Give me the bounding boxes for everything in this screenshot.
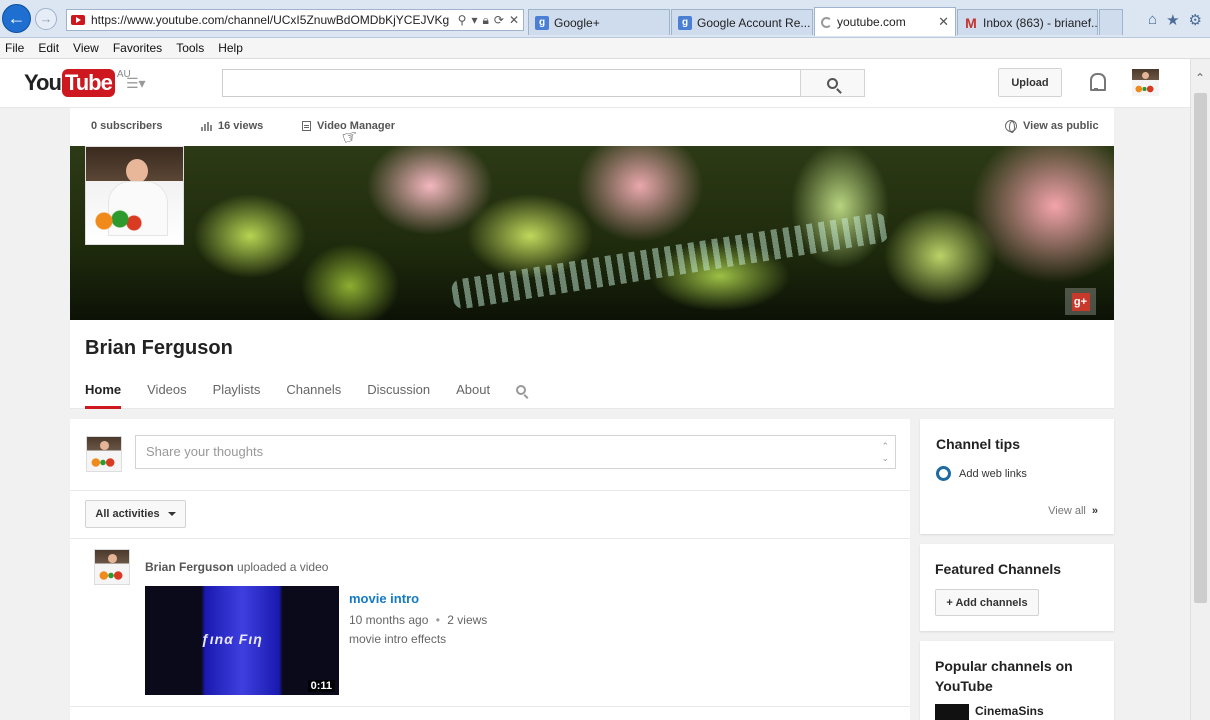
- menu-help[interactable]: Help: [218, 41, 243, 55]
- activity-feed: Share your thoughts ⌃ ⌄ All activities Br…: [70, 419, 910, 720]
- search-icon: [827, 77, 838, 89]
- search-input[interactable]: [222, 69, 801, 97]
- google-plus-link[interactable]: g+: [1065, 288, 1096, 315]
- subscriber-count: 0 subscribers: [91, 120, 163, 132]
- account-avatar[interactable]: [1132, 69, 1159, 96]
- tab-youtube[interactable]: youtube.com ✕: [814, 7, 956, 36]
- menu-file[interactable]: File: [5, 41, 24, 55]
- close-tab-icon[interactable]: ✕: [932, 14, 949, 30]
- gmail-favicon-icon: M: [965, 14, 977, 31]
- upload-button[interactable]: Upload: [998, 68, 1062, 97]
- avatar[interactable]: [94, 549, 130, 585]
- popular-channel-item[interactable]: CinemaSins: [935, 704, 1044, 720]
- search-icon[interactable]: ⚲: [458, 13, 467, 28]
- youtube-logo[interactable]: You Tube AU: [24, 69, 131, 97]
- google-plus-icon: g+: [1071, 292, 1090, 311]
- double-chevron-icon: »: [1091, 505, 1098, 517]
- tab-discussion[interactable]: Discussion: [367, 382, 430, 409]
- scroll-up-icon[interactable]: ⌃: [1195, 71, 1205, 85]
- avatar: [86, 436, 122, 472]
- channel-thumbnail: [935, 704, 969, 720]
- author-link[interactable]: Brian Ferguson: [145, 560, 234, 574]
- video-duration: 0:11: [307, 680, 335, 692]
- favorites-star-icon[interactable]: ★: [1166, 11, 1179, 29]
- google-favicon-icon: g: [535, 15, 549, 30]
- browser-chrome: ← → https://www.youtube.com/channel/UCxI…: [0, 0, 1210, 38]
- video-manager-icon: [302, 121, 311, 131]
- home-icon[interactable]: ⌂: [1148, 11, 1157, 29]
- page-scrollbar[interactable]: ⌃: [1190, 59, 1210, 720]
- notification-bell-icon[interactable]: [1088, 73, 1106, 91]
- channel-avatar[interactable]: [85, 146, 184, 245]
- address-url[interactable]: https://www.youtube.com/channel/UCxI5Znu…: [91, 13, 458, 27]
- address-bar[interactable]: https://www.youtube.com/channel/UCxI5Znu…: [66, 9, 524, 31]
- menu-edit[interactable]: Edit: [38, 41, 59, 55]
- tab-channels[interactable]: Channels: [286, 382, 341, 409]
- menu-tools[interactable]: Tools: [176, 41, 204, 55]
- video-thumbnail[interactable]: ƒ​ιnα Fιη 0:11: [145, 586, 339, 695]
- search-button[interactable]: [800, 69, 865, 97]
- tab-inbox[interactable]: M Inbox (863) - brianef...: [957, 9, 1098, 35]
- view-all-link[interactable]: View all»: [1048, 505, 1098, 517]
- share-thoughts-input[interactable]: Share your thoughts ⌃ ⌄: [135, 435, 896, 469]
- stop-icon[interactable]: ✕: [509, 13, 519, 28]
- video-meta: 10 months ago • 2 views: [349, 613, 488, 627]
- dropdown-icon[interactable]: ▾: [471, 13, 477, 28]
- add-channels-button[interactable]: + Add channels: [935, 589, 1039, 616]
- caret-down-icon: [167, 512, 176, 516]
- view-as-public-link[interactable]: View as public: [1005, 120, 1099, 133]
- share-row: Share your thoughts ⌃ ⌄: [70, 419, 910, 491]
- globe-icon: [1005, 120, 1017, 133]
- view-count: 16 views: [201, 120, 263, 132]
- video-title-link[interactable]: movie intro: [349, 591, 419, 606]
- stats-bars-icon: [201, 121, 212, 131]
- settings-gear-icon[interactable]: ⚙: [1189, 11, 1202, 29]
- refresh-icon[interactable]: ⟳: [494, 13, 504, 28]
- tab-videos[interactable]: Videos: [147, 382, 187, 409]
- menu-favorites[interactable]: Favorites: [113, 41, 162, 55]
- add-web-links-tip[interactable]: Add web links: [936, 466, 1027, 481]
- loading-icon: [821, 16, 832, 28]
- scroll-thumb[interactable]: [1194, 93, 1207, 603]
- forward-button[interactable]: →: [35, 8, 57, 30]
- channel-tabs: Home Videos Playlists Channels Discussio…: [85, 382, 527, 409]
- new-tab-button[interactable]: [1099, 9, 1123, 35]
- guide-menu-icon[interactable]: ☰▾: [126, 75, 146, 92]
- channel-header: Brian Ferguson Home Videos Playlists Cha…: [70, 320, 1114, 409]
- youtube-favicon-icon: [71, 15, 85, 25]
- back-button[interactable]: ←: [2, 4, 31, 33]
- channel-search-icon[interactable]: [516, 385, 527, 395]
- channel-stats-bar: 0 subscribers 16 views Video Manager Vie…: [70, 108, 1114, 146]
- menu-bar: File Edit View Favorites Tools Help: [0, 38, 1210, 59]
- activity-line: Brian Ferguson uploaded a video: [145, 560, 329, 574]
- channel-tips-title: Channel tips: [936, 436, 1021, 452]
- youtube-masthead: You Tube AU ☰▾ Upload: [0, 59, 1190, 108]
- share-scroll-arrows[interactable]: ⌃ ⌄: [881, 440, 889, 464]
- popular-channels-card: Popular channels on YouTube CinemaSins: [920, 641, 1114, 720]
- tab-google-plus[interactable]: g Google+: [528, 9, 670, 35]
- featured-channels-title: Featured Channels: [935, 561, 1062, 577]
- video-description: movie intro effects: [349, 632, 447, 646]
- tab-home[interactable]: Home: [85, 382, 122, 409]
- channel-banner: [70, 146, 1114, 320]
- list-item: Brian Ferguson uploaded a video ƒ​ιnα Fι…: [70, 539, 910, 707]
- tip-ring-icon: [936, 466, 951, 481]
- all-activities-dropdown[interactable]: All activities: [85, 500, 186, 528]
- lock-icon[interactable]: 🔒︎: [482, 13, 488, 28]
- popular-channels-title: Popular channels on YouTube: [935, 658, 1073, 694]
- channel-title: Brian Ferguson: [85, 337, 233, 359]
- tab-about[interactable]: About: [456, 382, 490, 409]
- tab-google-account[interactable]: g Google Account Re...: [671, 9, 813, 35]
- tab-playlists[interactable]: Playlists: [213, 382, 261, 409]
- channel-tips-card: Channel tips Add web links View all»: [920, 419, 1114, 534]
- menu-view[interactable]: View: [73, 41, 99, 55]
- featured-channels-card: Featured Channels + Add channels: [920, 544, 1114, 631]
- google-favicon-icon: g: [678, 15, 692, 30]
- activity-filter-row: All activities: [70, 491, 910, 539]
